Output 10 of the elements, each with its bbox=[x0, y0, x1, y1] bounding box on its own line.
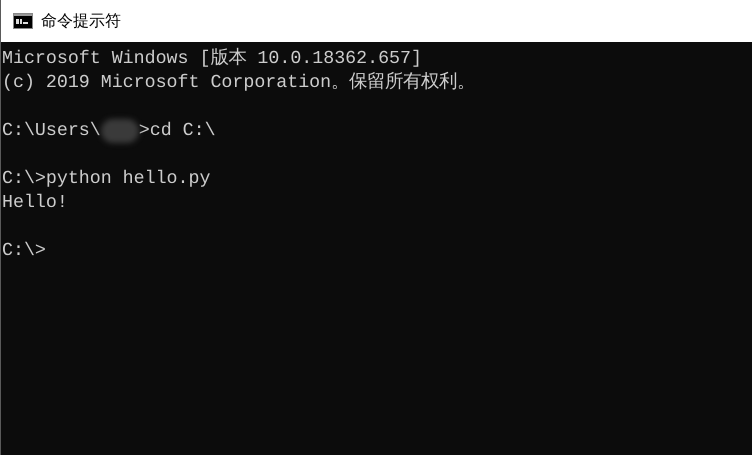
blurred-region bbox=[100, 119, 139, 143]
window-title: 命令提示符 bbox=[41, 10, 121, 32]
console-text: Microsoft Windows [版本 10.0.18362.657] bbox=[2, 47, 422, 71]
console-text: Hello! bbox=[2, 192, 68, 215]
console-text: C:\> bbox=[2, 240, 46, 263]
console-text: C:\>python hello.py bbox=[2, 168, 210, 191]
console-text: >cd C:\ bbox=[138, 120, 216, 143]
console-text: (c) 2019 Microsoft Corporation。保留所有权利。 bbox=[2, 71, 476, 95]
console-text: C:\Users\ bbox=[2, 120, 101, 143]
console-icon bbox=[13, 13, 33, 29]
